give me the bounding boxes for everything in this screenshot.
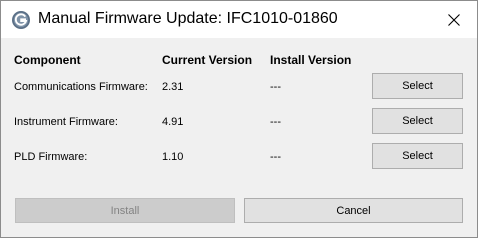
cancel-button[interactable]: Cancel [244, 198, 463, 223]
close-icon [448, 13, 460, 26]
row-install-version-pld: --- [270, 151, 281, 163]
select-instrument-button[interactable]: Select [372, 108, 463, 134]
install-button[interactable]: Install [15, 198, 235, 223]
dialog-body: Component Current Version Install Versio… [1, 38, 477, 237]
firmware-update-dialog: Manual Firmware Update: IFC1010-01860 Co… [0, 0, 478, 238]
row-current-version-instrument: 4.91 [162, 116, 184, 128]
row-component-communications: Communications Firmware: [14, 81, 148, 93]
row-component-pld: PLD Firmware: [14, 151, 88, 163]
title-bar[interactable]: Manual Firmware Update: IFC1010-01860 [1, 1, 477, 38]
close-button[interactable] [431, 1, 477, 38]
row-install-version-communications: --- [270, 81, 281, 93]
row-component-instrument: Instrument Firmware: [14, 116, 118, 128]
header-current-version: Current Version [162, 53, 253, 67]
header-install-version: Install Version [270, 53, 352, 67]
row-install-version-instrument: --- [270, 116, 281, 128]
row-current-version-pld: 1.10 [162, 151, 184, 163]
window-title: Manual Firmware Update: IFC1010-01860 [38, 10, 338, 27]
row-current-version-communications: 2.31 [162, 81, 184, 93]
select-communications-button[interactable]: Select [372, 73, 463, 99]
select-pld-button[interactable]: Select [372, 143, 463, 169]
header-component: Component [14, 53, 81, 67]
g-logo-icon [12, 11, 30, 29]
